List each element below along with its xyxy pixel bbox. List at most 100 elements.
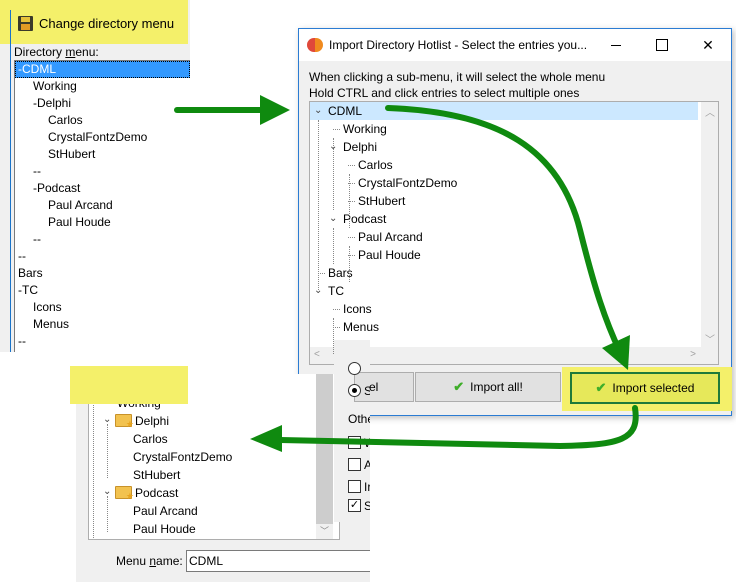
radio-label: S bbox=[364, 384, 370, 398]
tree-item[interactable]: Carlos bbox=[133, 430, 168, 448]
window-border bbox=[10, 10, 11, 352]
tree-item[interactable]: Paul Houde bbox=[133, 520, 196, 538]
tree-connector bbox=[318, 273, 325, 274]
tree-item[interactable]: CrystalFontzDemo bbox=[358, 174, 457, 192]
chevron-down-icon[interactable]: ⌄ bbox=[329, 213, 337, 224]
panel-header: Change directory menu bbox=[18, 16, 174, 31]
close-button[interactable]: ✕ bbox=[685, 29, 731, 61]
panel-title: Change directory menu bbox=[39, 16, 175, 31]
tree-item[interactable]: Delphi bbox=[343, 138, 377, 156]
tree-item[interactable]: Podcast bbox=[135, 484, 178, 502]
tree-connector bbox=[348, 237, 355, 238]
label-text: Menu bbox=[116, 554, 150, 568]
scroll-right-icon[interactable]: > bbox=[690, 349, 696, 360]
highlight-box bbox=[70, 366, 188, 404]
label-text: Directory bbox=[14, 45, 66, 59]
folder-star-icon bbox=[115, 414, 134, 430]
maximize-button[interactable] bbox=[639, 29, 685, 61]
tree-item-label: CrystalFontzDemo bbox=[133, 450, 233, 464]
selected-row-highlight bbox=[310, 102, 698, 120]
change-directory-menu-panel: Change directory menu Directory menu: -C… bbox=[0, 0, 190, 352]
list-item[interactable]: -- bbox=[15, 333, 190, 350]
horizontal-scrollbar[interactable]: < > bbox=[310, 347, 718, 364]
menu-name-label: Menu name: bbox=[116, 554, 183, 568]
tree-connector bbox=[333, 228, 334, 264]
checkbox[interactable] bbox=[348, 436, 361, 449]
group-label: Othe bbox=[348, 412, 370, 426]
floppy-disk-icon bbox=[18, 16, 33, 31]
list-item[interactable]: Menus bbox=[15, 316, 190, 333]
doublecmd-app-icon bbox=[307, 38, 323, 52]
instruction-line: When clicking a sub-menu, it will select… bbox=[309, 70, 606, 84]
directory-menu-label: Directory menu: bbox=[14, 45, 99, 59]
scroll-up-icon[interactable]: ︿ bbox=[705, 104, 715, 119]
tree-item[interactable]: Paul Arcand bbox=[358, 228, 423, 246]
tree-item[interactable]: CrystalFontzDemo bbox=[133, 448, 232, 466]
list-item[interactable]: -CDML bbox=[15, 61, 190, 78]
tree-item[interactable]: Menus bbox=[343, 318, 379, 336]
cancel-button[interactable]: el bbox=[354, 372, 414, 402]
scroll-down-icon[interactable]: ﹀ bbox=[705, 331, 715, 346]
checkbox-label: W bbox=[364, 436, 370, 450]
tree-item[interactable]: Icons bbox=[343, 300, 372, 318]
tree-connector bbox=[107, 424, 108, 478]
tree-connector bbox=[93, 388, 94, 538]
edit-menu-panel: ⌄CDMLWorking⌄DelphiCarlosCrystalFontzDem… bbox=[76, 374, 370, 582]
label-mnemonic: m bbox=[65, 45, 76, 59]
radio-option[interactable] bbox=[348, 362, 361, 375]
tree-item[interactable]: Carlos bbox=[358, 156, 393, 174]
tree-item[interactable]: StHubert bbox=[133, 466, 180, 484]
button-label: Import all! bbox=[470, 380, 523, 394]
tree-item-label: Podcast bbox=[135, 486, 179, 500]
list-item[interactable]: CrystalFontzDemo bbox=[15, 129, 190, 146]
list-item[interactable]: -Delphi bbox=[15, 95, 190, 112]
list-item[interactable]: -- bbox=[15, 248, 190, 265]
list-item[interactable]: -TC bbox=[15, 282, 190, 299]
checkbox[interactable] bbox=[348, 458, 361, 471]
directory-menu-list[interactable]: -CDML Working -Delphi Carlos CrystalFontzDem… bbox=[14, 60, 190, 352]
list-item[interactable]: Icons bbox=[15, 299, 190, 316]
tree-item-label: Delphi bbox=[135, 414, 170, 428]
list-item[interactable]: Paul Arcand bbox=[15, 197, 190, 214]
scroll-left-icon[interactable]: < bbox=[314, 349, 320, 360]
list-item[interactable]: Carlos bbox=[15, 112, 190, 129]
scroll-down-icon[interactable]: ﹀ bbox=[316, 524, 333, 539]
list-item[interactable]: Working bbox=[15, 78, 190, 95]
checkbox[interactable] bbox=[348, 480, 361, 493]
tree-connector bbox=[333, 327, 340, 328]
list-item[interactable]: Bars bbox=[15, 265, 190, 282]
minimize-button[interactable] bbox=[593, 29, 639, 61]
hotlist-tree[interactable]: ︿ ﹀ < > ⌄ CDML Working ⌄ Delphi Carlos Crystal… bbox=[309, 101, 719, 365]
title-bar: Import Directory Hotlist - Select the en… bbox=[299, 29, 731, 61]
tree-item[interactable]: Paul Houde bbox=[358, 246, 421, 264]
tree-connector bbox=[318, 120, 319, 290]
dialog-title: Import Directory Hotlist - Select the en… bbox=[329, 38, 588, 52]
checkbox-label: S bbox=[364, 499, 370, 513]
tree-connector bbox=[349, 246, 350, 282]
tree-item[interactable]: Working bbox=[343, 120, 387, 138]
vertical-scrollbar[interactable]: ︿ ﹀ bbox=[701, 102, 718, 348]
tree-item-label: StHubert bbox=[133, 468, 181, 482]
tree-item[interactable]: Delphi bbox=[135, 412, 169, 430]
list-item[interactable]: StHubert bbox=[15, 146, 190, 163]
list-item[interactable]: -- bbox=[15, 231, 190, 248]
list-item[interactable]: -- bbox=[15, 163, 190, 180]
vertical-scrollbar[interactable] bbox=[316, 374, 333, 524]
tree-item[interactable]: StHubert bbox=[358, 192, 405, 210]
chevron-down-icon[interactable]: ⌄ bbox=[314, 105, 322, 116]
tree-connector bbox=[348, 165, 355, 166]
menu-name-input[interactable] bbox=[186, 550, 370, 572]
import-all-button[interactable]: ✔ Import all! bbox=[415, 372, 561, 402]
label-text: ame: bbox=[156, 554, 183, 568]
tree-item[interactable]: TC bbox=[328, 282, 344, 300]
import-selected-button[interactable]: ✔ Import selected bbox=[570, 372, 720, 404]
tree-item-label: Paul Houde bbox=[133, 522, 196, 536]
radio-option-selected[interactable] bbox=[348, 384, 361, 397]
checkbox-checked[interactable]: ✓ bbox=[348, 499, 361, 512]
list-item[interactable]: Paul Houde bbox=[15, 214, 190, 231]
tree-item[interactable]: CDML bbox=[328, 102, 362, 120]
list-item[interactable]: -Podcast bbox=[15, 180, 190, 197]
tree-item[interactable]: Paul Arcand bbox=[133, 502, 198, 520]
tree-item-label: Carlos bbox=[133, 432, 168, 446]
arrow-right bbox=[174, 95, 290, 125]
